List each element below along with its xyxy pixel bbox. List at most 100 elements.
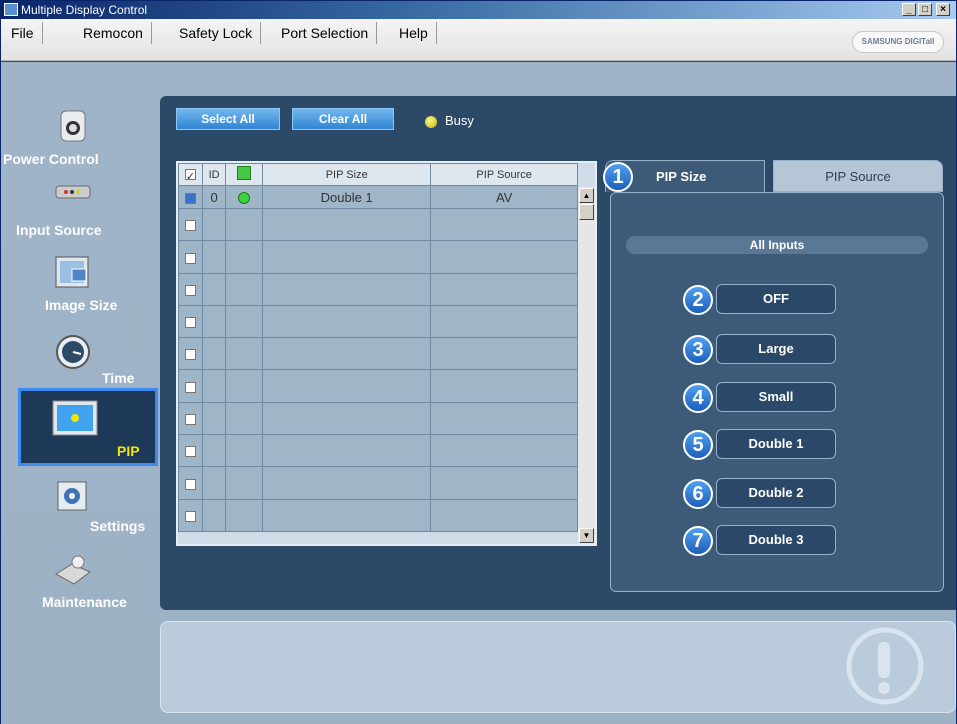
row-pip-source: [430, 240, 578, 274]
menu-help[interactable]: Help: [391, 22, 437, 44]
row-id: [201, 434, 227, 468]
header-status-icon[interactable]: [225, 163, 264, 186]
alert-icon: [846, 627, 924, 705]
table-row[interactable]: [178, 304, 578, 339]
sidebar-item-maintenance[interactable]: Maintenance: [18, 552, 158, 622]
pip-size-option-double-1[interactable]: Double 1: [716, 429, 836, 459]
settings-icon: [57, 481, 87, 511]
menu-bar: File Remocon Safety Lock Port Selection …: [1, 19, 956, 61]
scroll-up-button[interactable]: ▲: [579, 188, 594, 203]
select-all-checkbox[interactable]: ✓: [178, 163, 203, 186]
row-pip-size: [262, 466, 432, 500]
table-row[interactable]: [178, 401, 578, 436]
row-checkbox-cell[interactable]: [178, 240, 203, 274]
sidebar-item-settings[interactable]: Settings: [18, 478, 158, 548]
callout-4: 4: [683, 383, 713, 413]
row-id: [201, 369, 227, 403]
menu-file[interactable]: File: [3, 22, 43, 44]
maximize-button[interactable]: □: [918, 3, 932, 16]
table-row[interactable]: [178, 369, 578, 403]
sidebar-label-image-size: Image Size: [45, 297, 118, 313]
tab-pip-source[interactable]: PIP Source: [773, 160, 943, 192]
sidebar-item-image-size[interactable]: Image Size: [18, 255, 158, 325]
row-checkbox[interactable]: [184, 446, 196, 458]
row-checkbox[interactable]: [184, 381, 196, 393]
clear-all-button[interactable]: Clear All: [292, 108, 394, 130]
row-checkbox[interactable]: [184, 478, 196, 490]
row-pip-size: [262, 304, 432, 339]
header-pip-source[interactable]: PIP Source: [430, 163, 578, 186]
sidebar-item-power-control[interactable]: Power Control: [3, 108, 158, 178]
row-checkbox[interactable]: [184, 317, 196, 329]
table-row[interactable]: [178, 434, 578, 468]
row-pip-size: Double 1: [262, 185, 432, 209]
row-checkbox[interactable]: [184, 413, 196, 425]
sidebar-label-power-control: Power Control: [3, 151, 99, 167]
row-checkbox-cell[interactable]: [178, 466, 203, 500]
scroll-thumb[interactable]: [579, 204, 594, 220]
row-id: [201, 272, 227, 306]
row-pip-size: [262, 434, 432, 468]
row-checkbox-cell[interactable]: [178, 272, 203, 306]
row-pip-size: [262, 240, 432, 274]
table-header-row: ✓ ID PIP Size PIP Source: [178, 163, 578, 186]
row-checkbox-cell[interactable]: [178, 304, 203, 339]
sidebar-item-input-source[interactable]: Input Source: [16, 180, 158, 250]
sidebar-label-input-source: Input Source: [16, 222, 102, 238]
row-checkbox[interactable]: [184, 192, 196, 204]
row-checkbox-cell[interactable]: [178, 185, 203, 209]
pip-size-option-double-3[interactable]: Double 3: [716, 525, 836, 555]
close-button[interactable]: ×: [936, 3, 950, 16]
pip-size-option-off[interactable]: OFF: [716, 284, 836, 314]
row-checkbox-cell[interactable]: [178, 401, 203, 436]
row-id: [201, 240, 227, 274]
menu-remocon[interactable]: Remocon: [75, 22, 152, 44]
table-row[interactable]: [178, 337, 578, 371]
row-checkbox-cell[interactable]: [178, 498, 203, 532]
window-title: Multiple Display Control: [21, 3, 148, 17]
input-source-icon: [55, 185, 91, 199]
all-inputs-header: All Inputs: [626, 236, 928, 254]
vertical-scrollbar[interactable]: ▲ ▼: [578, 187, 595, 544]
table-row[interactable]: [178, 272, 578, 306]
row-checkbox[interactable]: [184, 284, 196, 296]
title-bar[interactable]: Multiple Display Control _ □ ×: [1, 1, 956, 19]
header-id[interactable]: ID: [201, 163, 227, 186]
select-all-button[interactable]: Select All: [176, 108, 280, 130]
status-on-icon: [238, 192, 251, 205]
row-status: [225, 207, 264, 242]
row-checkbox-cell[interactable]: [178, 207, 203, 242]
menu-port-selection[interactable]: Port Selection: [273, 22, 378, 44]
callout-7: 7: [683, 526, 713, 556]
pip-size-option-small[interactable]: Small: [716, 382, 836, 412]
row-pip-source: [430, 304, 578, 339]
row-checkbox-cell[interactable]: [178, 369, 203, 403]
row-status: [225, 466, 264, 500]
row-pip-source: [430, 466, 578, 500]
row-checkbox[interactable]: [184, 510, 196, 522]
row-checkbox-cell[interactable]: [178, 337, 203, 371]
table-row[interactable]: [178, 240, 578, 274]
menu-safety-lock[interactable]: Safety Lock: [171, 22, 262, 44]
app-icon: [4, 3, 18, 16]
table-row[interactable]: 0 Double 1 AV: [178, 185, 578, 209]
row-status: [225, 369, 264, 403]
sidebar-label-time: Time: [102, 370, 135, 386]
table-row[interactable]: [178, 466, 578, 500]
row-checkbox[interactable]: [184, 220, 196, 232]
pip-icon: [52, 400, 98, 436]
brand-logo: SAMSUNG DIGITall: [852, 31, 944, 53]
header-pip-size[interactable]: PIP Size: [262, 163, 432, 186]
minimize-button[interactable]: _: [902, 3, 916, 16]
sidebar-item-pip[interactable]: PIP: [18, 388, 158, 466]
table-row[interactable]: [178, 498, 578, 532]
row-checkbox[interactable]: [184, 349, 196, 361]
table-row[interactable]: [178, 207, 578, 242]
row-checkbox[interactable]: [184, 252, 196, 264]
pip-size-option-double-2[interactable]: Double 2: [716, 478, 836, 508]
sidebar-label-settings: Settings: [90, 518, 146, 534]
scroll-down-button[interactable]: ▼: [579, 528, 594, 543]
row-pip-source: [430, 207, 578, 242]
pip-size-option-large[interactable]: Large: [716, 334, 836, 364]
row-checkbox-cell[interactable]: [178, 434, 203, 468]
